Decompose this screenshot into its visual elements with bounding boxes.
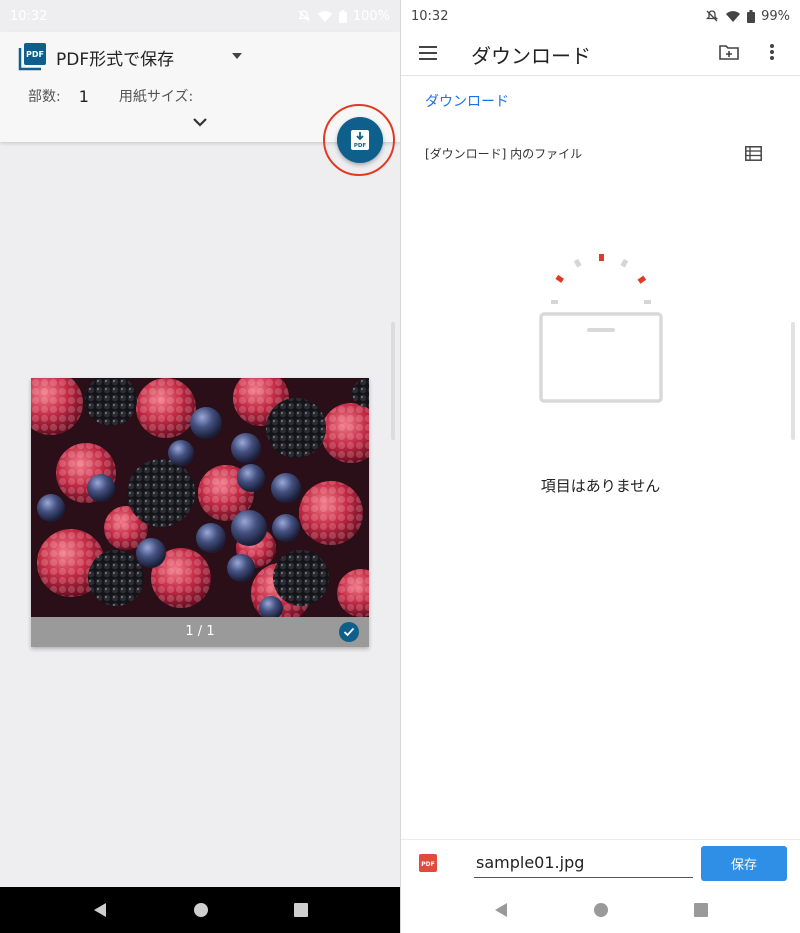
paper-size-label: 用紙サイズ: — [118, 89, 194, 105]
list-view-icon[interactable] — [745, 146, 762, 161]
pdf-download-icon: PDF — [351, 130, 369, 150]
status-icons: 100% — [297, 9, 390, 24]
save-bar: PDF 保存 — [401, 839, 800, 887]
battery-icon — [338, 9, 347, 23]
wifi-icon — [726, 10, 741, 22]
destination-selector[interactable]: PDF PDF形式で保存 — [18, 42, 174, 72]
destination-label: PDF形式で保存 — [56, 49, 175, 70]
battery-icon — [747, 9, 756, 23]
empty-folder-illustration — [539, 254, 663, 403]
breadcrumb[interactable]: ダウンロード — [425, 91, 509, 111]
svg-text:PDF: PDF — [26, 50, 44, 59]
wifi-icon — [317, 10, 332, 22]
more-vert-icon[interactable] — [769, 43, 775, 61]
chevron-down-icon[interactable] — [190, 114, 210, 130]
file-picker-panel: 10:32 99% ダウンロード ダウンロード [ダウンロード] 内のファイル — [400, 0, 800, 933]
scrollbar[interactable] — [391, 322, 395, 440]
new-folder-icon[interactable] — [719, 43, 739, 61]
back-icon[interactable] — [493, 902, 509, 918]
svg-text:PDF: PDF — [421, 861, 434, 868]
filename-input[interactable] — [474, 848, 693, 878]
recents-icon[interactable] — [693, 903, 708, 917]
svg-text:PDF: PDF — [354, 143, 367, 149]
dropdown-caret-icon[interactable] — [232, 53, 242, 59]
status-icons: 99% — [705, 9, 790, 24]
battery-level: 100% — [352, 8, 390, 24]
page-preview[interactable]: 1 / 1 — [31, 378, 369, 647]
back-icon[interactable] — [92, 902, 108, 918]
page-indicator: 1 / 1 — [185, 624, 215, 639]
status-time: 10:32 — [10, 8, 48, 24]
preview-footer: 1 / 1 — [31, 617, 369, 647]
app-bar: ダウンロード — [401, 32, 800, 76]
preview-image-berries — [31, 378, 369, 617]
status-time: 10:32 — [411, 8, 449, 24]
copies-value: 1 — [78, 86, 89, 106]
copies-label: 部数: — [28, 89, 61, 105]
recents-icon[interactable] — [293, 903, 308, 917]
section-label: [ダウンロード] 内のファイル — [425, 147, 583, 161]
save-button[interactable]: 保存 — [701, 846, 787, 881]
pdf-logo-icon: PDF — [18, 43, 46, 71]
status-bar: 10:32 99% — [401, 0, 800, 32]
navigation-bar — [401, 887, 800, 933]
status-bar: 10:32 100% — [0, 0, 400, 32]
home-icon[interactable] — [593, 902, 609, 918]
menu-icon[interactable] — [419, 46, 437, 60]
battery-level: 99% — [761, 8, 790, 24]
navigation-bar — [0, 887, 400, 933]
mute-icon — [297, 10, 310, 22]
pdf-file-icon: PDF — [419, 854, 437, 872]
print-dialog-panel: 10:32 100% PDF PDF形式で保存 部数: 1 用紙サイズ: PDF… — [0, 0, 400, 933]
empty-message: 項目はありません — [540, 477, 661, 495]
mute-icon — [706, 10, 719, 22]
berries-image — [31, 378, 369, 617]
pdf-download-button[interactable]: PDF — [337, 117, 383, 163]
page-selected-checkbox[interactable] — [339, 622, 359, 642]
scrollbar[interactable] — [791, 322, 795, 440]
check-icon — [343, 627, 355, 637]
print-options-summary: 部数: 1 用紙サイズ: — [28, 86, 193, 106]
home-icon[interactable] — [193, 902, 209, 918]
page-title: ダウンロード — [471, 44, 591, 68]
